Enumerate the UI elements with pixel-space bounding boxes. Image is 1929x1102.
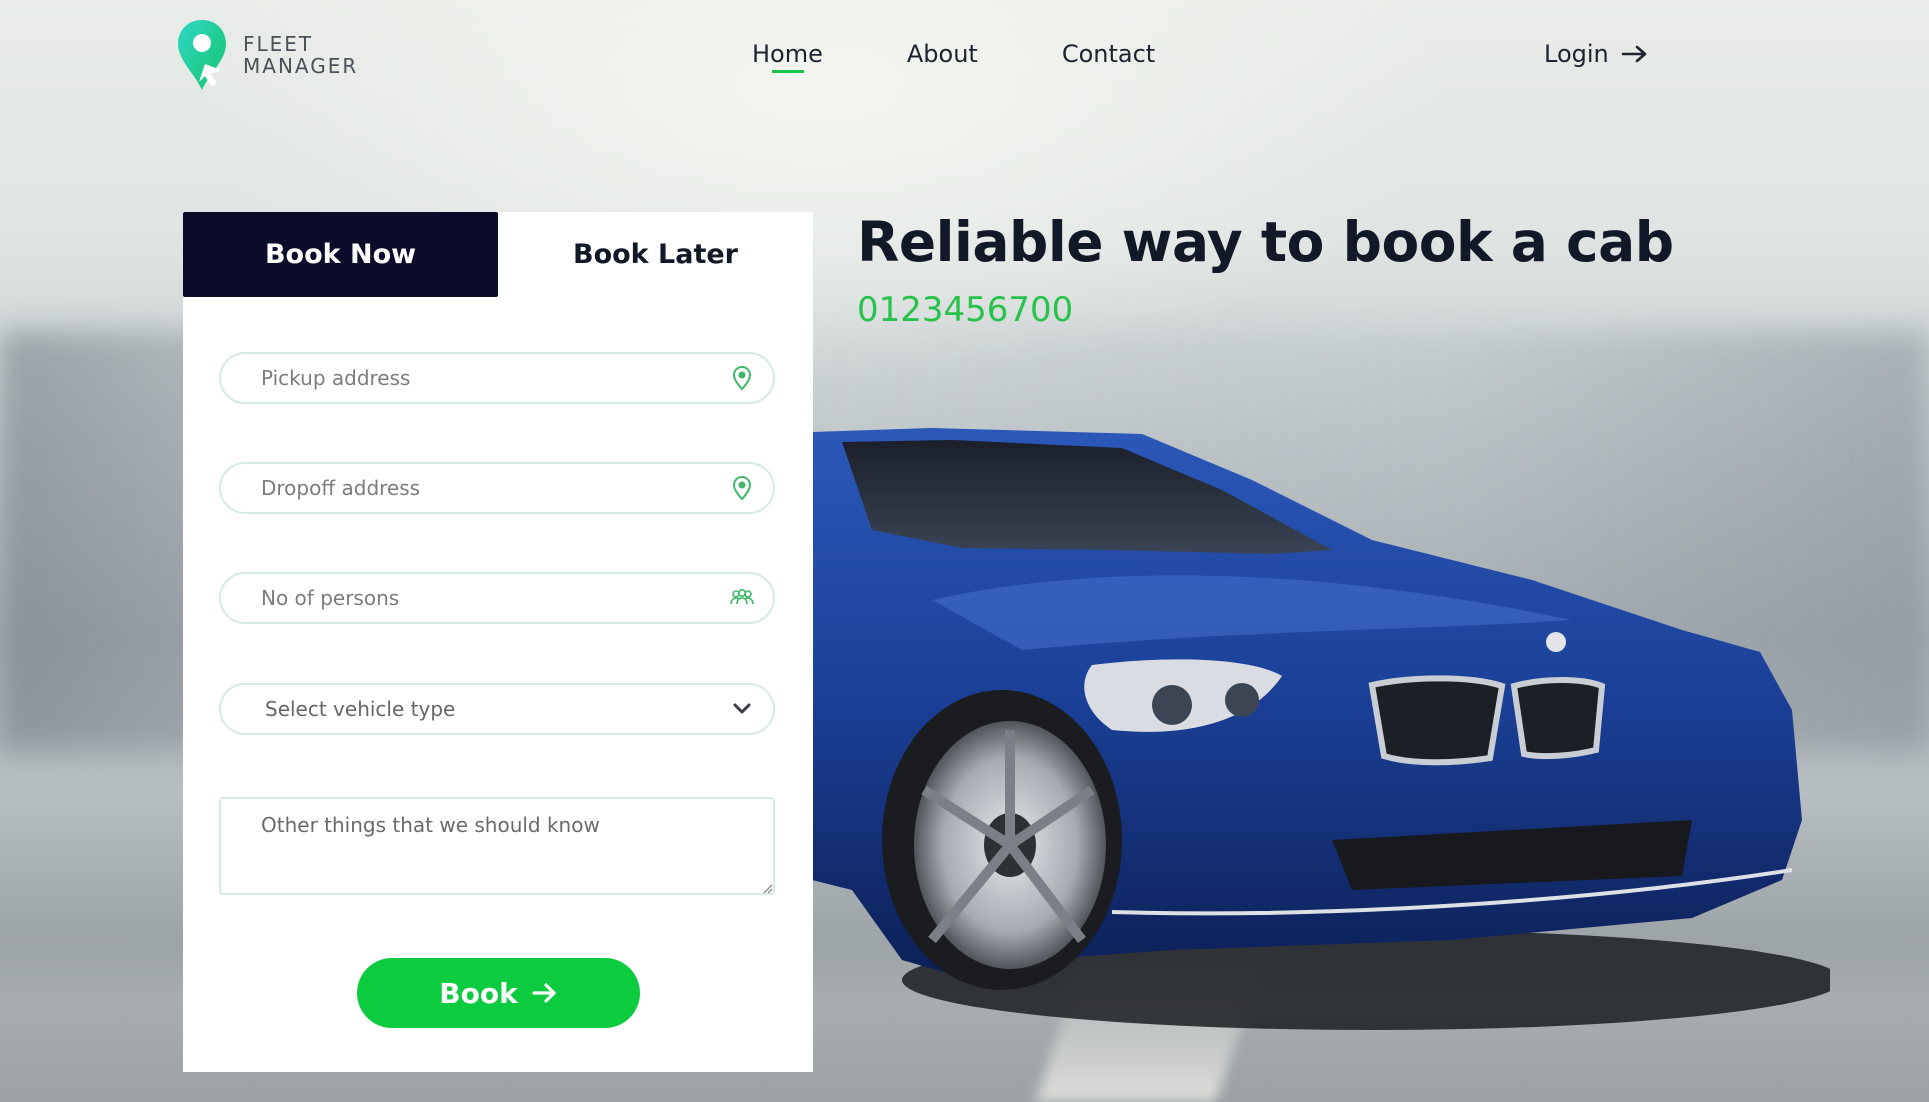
arrow-right-icon — [532, 983, 556, 1003]
pickup-input[interactable] — [221, 353, 729, 403]
notes-textarea[interactable] — [219, 797, 775, 895]
tab-book-later[interactable]: Book Later — [498, 212, 813, 297]
booking-tabs: Book Now Book Later — [183, 212, 813, 297]
login-label: Login — [1544, 40, 1609, 68]
brand-line2: MANAGER — [243, 54, 359, 78]
logo-pin-icon — [178, 20, 226, 90]
users-icon — [730, 589, 754, 605]
login-link[interactable]: Login — [1544, 40, 1649, 68]
vehicle-select[interactable]: Select vehicle type — [219, 683, 775, 735]
arrow-right-icon — [1621, 45, 1647, 63]
car-image — [812, 428, 1830, 1030]
nav-home[interactable]: Home — [752, 40, 823, 73]
brand-line1: FLEET — [243, 32, 314, 56]
vehicle-select-value: Select vehicle type — [265, 697, 456, 721]
main-menu: Home About Contact — [752, 40, 1155, 73]
hero-headline: Reliable way to book a cab — [857, 210, 1674, 274]
location-pin-icon — [732, 365, 752, 391]
chevron-down-icon — [733, 703, 751, 714]
location-pin-icon — [732, 475, 752, 501]
book-button-label: Book — [439, 976, 518, 1010]
persons-field — [219, 572, 775, 624]
resize-grip-icon[interactable] — [761, 882, 773, 894]
nav-about[interactable]: About — [907, 40, 978, 68]
pickup-field — [219, 352, 775, 404]
dropoff-field — [219, 462, 775, 514]
nav-contact[interactable]: Contact — [1062, 40, 1155, 68]
tab-book-now[interactable]: Book Now — [183, 212, 498, 297]
hero-phone[interactable]: 0123456700 — [857, 290, 1073, 330]
dropoff-input[interactable] — [221, 463, 729, 513]
book-button[interactable]: Book — [357, 958, 640, 1028]
top-nav: FLEET MANAGER Home About Contact Login — [0, 0, 1929, 110]
brand-logo[interactable]: FLEET MANAGER — [175, 18, 358, 92]
persons-input[interactable] — [221, 573, 729, 623]
booking-card: Book Now Book Later Select vehicle type — [183, 212, 813, 1072]
